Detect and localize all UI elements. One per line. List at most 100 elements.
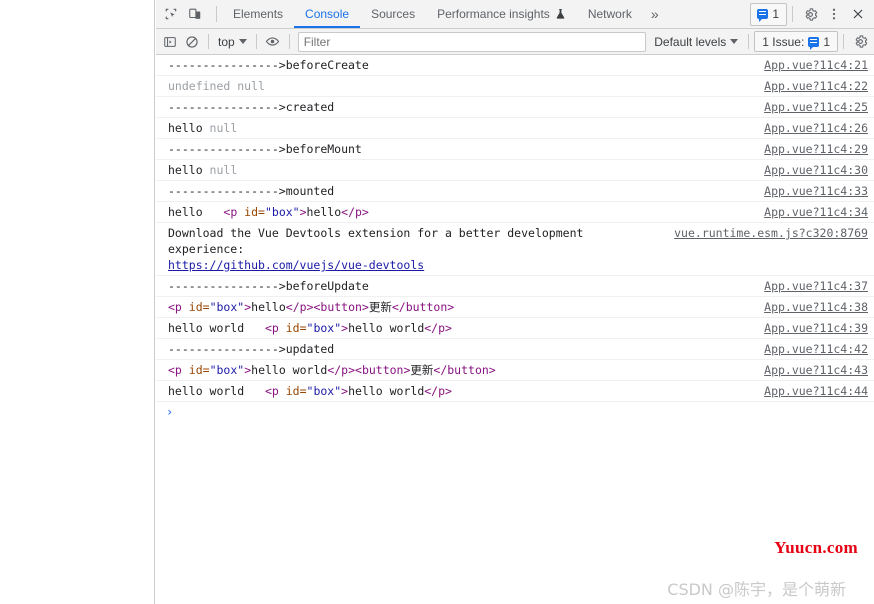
console-row[interactable]: undefined null App.vue?11c4:22: [156, 76, 874, 97]
console-row[interactable]: ---------------->updated App.vue?11c4:42: [156, 339, 874, 360]
console-token: <p: [168, 363, 182, 377]
console-source-link[interactable]: App.vue?11c4:29: [764, 141, 868, 157]
console-token[interactable]: https://github.com/vuejs/vue-devtools: [168, 258, 424, 272]
console-source-link[interactable]: App.vue?11c4:22: [764, 78, 868, 94]
console-source-link[interactable]: App.vue?11c4:26: [764, 120, 868, 136]
console-token: <button>: [355, 363, 411, 377]
clear-console-icon[interactable]: [181, 31, 203, 53]
console-row[interactable]: hello <p id="box">hello</p> App.vue?11c4:…: [156, 202, 874, 223]
console-row[interactable]: ---------------->beforeCreate App.vue?11c…: [156, 55, 874, 76]
console-token: "box": [306, 321, 342, 335]
more-options-kebab-icon[interactable]: [822, 2, 846, 26]
tab-network[interactable]: Network: [577, 0, 643, 28]
console-row[interactable]: Download the Vue Devtools extension for …: [156, 223, 874, 276]
console-row[interactable]: ---------------->beforeUpdate App.vue?11c…: [156, 276, 874, 297]
console-source-link[interactable]: App.vue?11c4:33: [764, 183, 868, 199]
console-filter-toolbar: top Default levels 1 Issue: 1: [156, 29, 874, 55]
filterbar-divider-1: [208, 34, 209, 49]
console-message-list[interactable]: ---------------->beforeCreate App.vue?11c…: [156, 55, 874, 604]
console-token: id: [278, 321, 300, 335]
log-levels-selector[interactable]: Default levels: [649, 35, 743, 49]
console-row[interactable]: <p id="box">hello world</p><button>更新</b…: [156, 360, 874, 381]
message-count-badge[interactable]: 1: [750, 2, 787, 26]
console-row[interactable]: <p id="box">hello</p><button>更新</button>…: [156, 297, 874, 318]
console-token: null: [209, 163, 238, 177]
close-devtools-icon[interactable]: [846, 2, 870, 26]
log-levels-value: Default levels: [654, 34, 727, 49]
settings-gear-icon[interactable]: [798, 2, 822, 26]
more-tabs-chevron-icon[interactable]: »: [643, 0, 667, 28]
console-source-link[interactable]: App.vue?11c4:37: [764, 278, 868, 294]
prompt-caret-icon: ›: [166, 405, 174, 419]
tab-performance-insights[interactable]: Performance insights: [426, 0, 577, 28]
execution-context-value: top: [218, 34, 235, 49]
console-message-text: hello null: [168, 120, 754, 136]
console-token: </p>: [424, 321, 452, 335]
console-message-text: ---------------->beforeMount: [168, 141, 754, 157]
tab-elements[interactable]: Elements: [222, 0, 294, 28]
console-source-link[interactable]: App.vue?11c4:42: [764, 341, 868, 357]
console-source-link[interactable]: App.vue?11c4:43: [764, 362, 868, 378]
console-token: 更新: [368, 300, 392, 314]
console-source-link[interactable]: App.vue?11c4:30: [764, 162, 868, 178]
console-message-text: undefined null: [168, 78, 754, 94]
console-token: hello: [168, 205, 224, 219]
issues-count: 1: [823, 34, 830, 49]
tab-console-label: Console: [305, 7, 350, 21]
console-source-link[interactable]: App.vue?11c4:44: [764, 383, 868, 399]
filterbar-divider-5: [843, 34, 844, 49]
console-message-text: Download the Vue Devtools extension for …: [168, 225, 664, 273]
console-source-link[interactable]: App.vue?11c4:25: [764, 99, 868, 115]
issues-badge[interactable]: 1 Issue: 1: [754, 31, 838, 52]
console-source-link[interactable]: App.vue?11c4:34: [764, 204, 868, 220]
console-token: hello: [168, 163, 210, 177]
console-sidebar-toggle-icon[interactable]: [159, 31, 181, 53]
console-token: hello: [168, 121, 210, 135]
live-expression-eye-icon[interactable]: [262, 31, 284, 53]
console-token: hello: [306, 205, 342, 219]
execution-context-selector[interactable]: top: [214, 32, 251, 51]
console-token: id: [237, 205, 259, 219]
tab-console[interactable]: Console: [294, 0, 361, 28]
console-token: <p: [264, 321, 279, 335]
speech-bubble-icon: [757, 9, 769, 22]
console-token: id: [181, 300, 203, 314]
tabbar-divider: [216, 6, 217, 22]
inspect-element-icon[interactable]: [159, 2, 183, 26]
console-row[interactable]: ---------------->created App.vue?11c4:25: [156, 97, 874, 118]
console-row[interactable]: hello null App.vue?11c4:30: [156, 160, 874, 181]
console-row[interactable]: hello null App.vue?11c4:26: [156, 118, 874, 139]
tab-network-label: Network: [587, 7, 632, 21]
console-source-link[interactable]: App.vue?11c4:39: [764, 320, 868, 336]
console-row[interactable]: ---------------->beforeMount App.vue?11c4…: [156, 139, 874, 160]
console-row[interactable]: hello world <p id="box">hello world</p> A…: [156, 318, 874, 339]
console-token: =: [202, 363, 210, 377]
tabbar-right-actions: 1: [750, 0, 874, 28]
console-row[interactable]: ---------------->mounted App.vue?11c4:33: [156, 181, 874, 202]
web-page-viewport[interactable]: [0, 0, 155, 604]
console-token: =: [202, 300, 210, 314]
filterbar-divider-2: [255, 34, 257, 49]
console-token: "box": [209, 300, 245, 314]
console-settings-gear-icon[interactable]: [849, 31, 871, 53]
console-source-link[interactable]: App.vue?11c4:38: [764, 299, 868, 315]
console-message-text: ---------------->updated: [168, 341, 754, 357]
console-message-text: hello null: [168, 162, 754, 178]
console-token: ---------------->beforeMount: [168, 142, 362, 156]
console-prompt[interactable]: ›: [156, 402, 874, 422]
console-rows: ---------------->beforeCreate App.vue?11c…: [156, 55, 874, 402]
console-row[interactable]: hello world <p id="box">hello world</p> A…: [156, 381, 874, 402]
more-tabs-label: »: [650, 6, 659, 22]
tab-elements-label: Elements: [233, 7, 284, 21]
console-message-text: <p id="box">hello world</p><button>更新</b…: [168, 362, 754, 378]
console-source-link[interactable]: App.vue?11c4:21: [764, 57, 868, 73]
console-filter-input[interactable]: [297, 31, 647, 52]
console-token: <p: [168, 300, 182, 314]
console-token: <p: [223, 205, 238, 219]
tab-sources[interactable]: Sources: [360, 0, 426, 28]
console-token: hello world: [168, 384, 265, 398]
tabbar-right-divider: [792, 6, 793, 22]
message-count-value: 1: [772, 6, 779, 21]
device-toolbar-icon[interactable]: [183, 2, 207, 26]
console-source-link[interactable]: vue.runtime.esm.js?c320:8769: [674, 225, 868, 241]
